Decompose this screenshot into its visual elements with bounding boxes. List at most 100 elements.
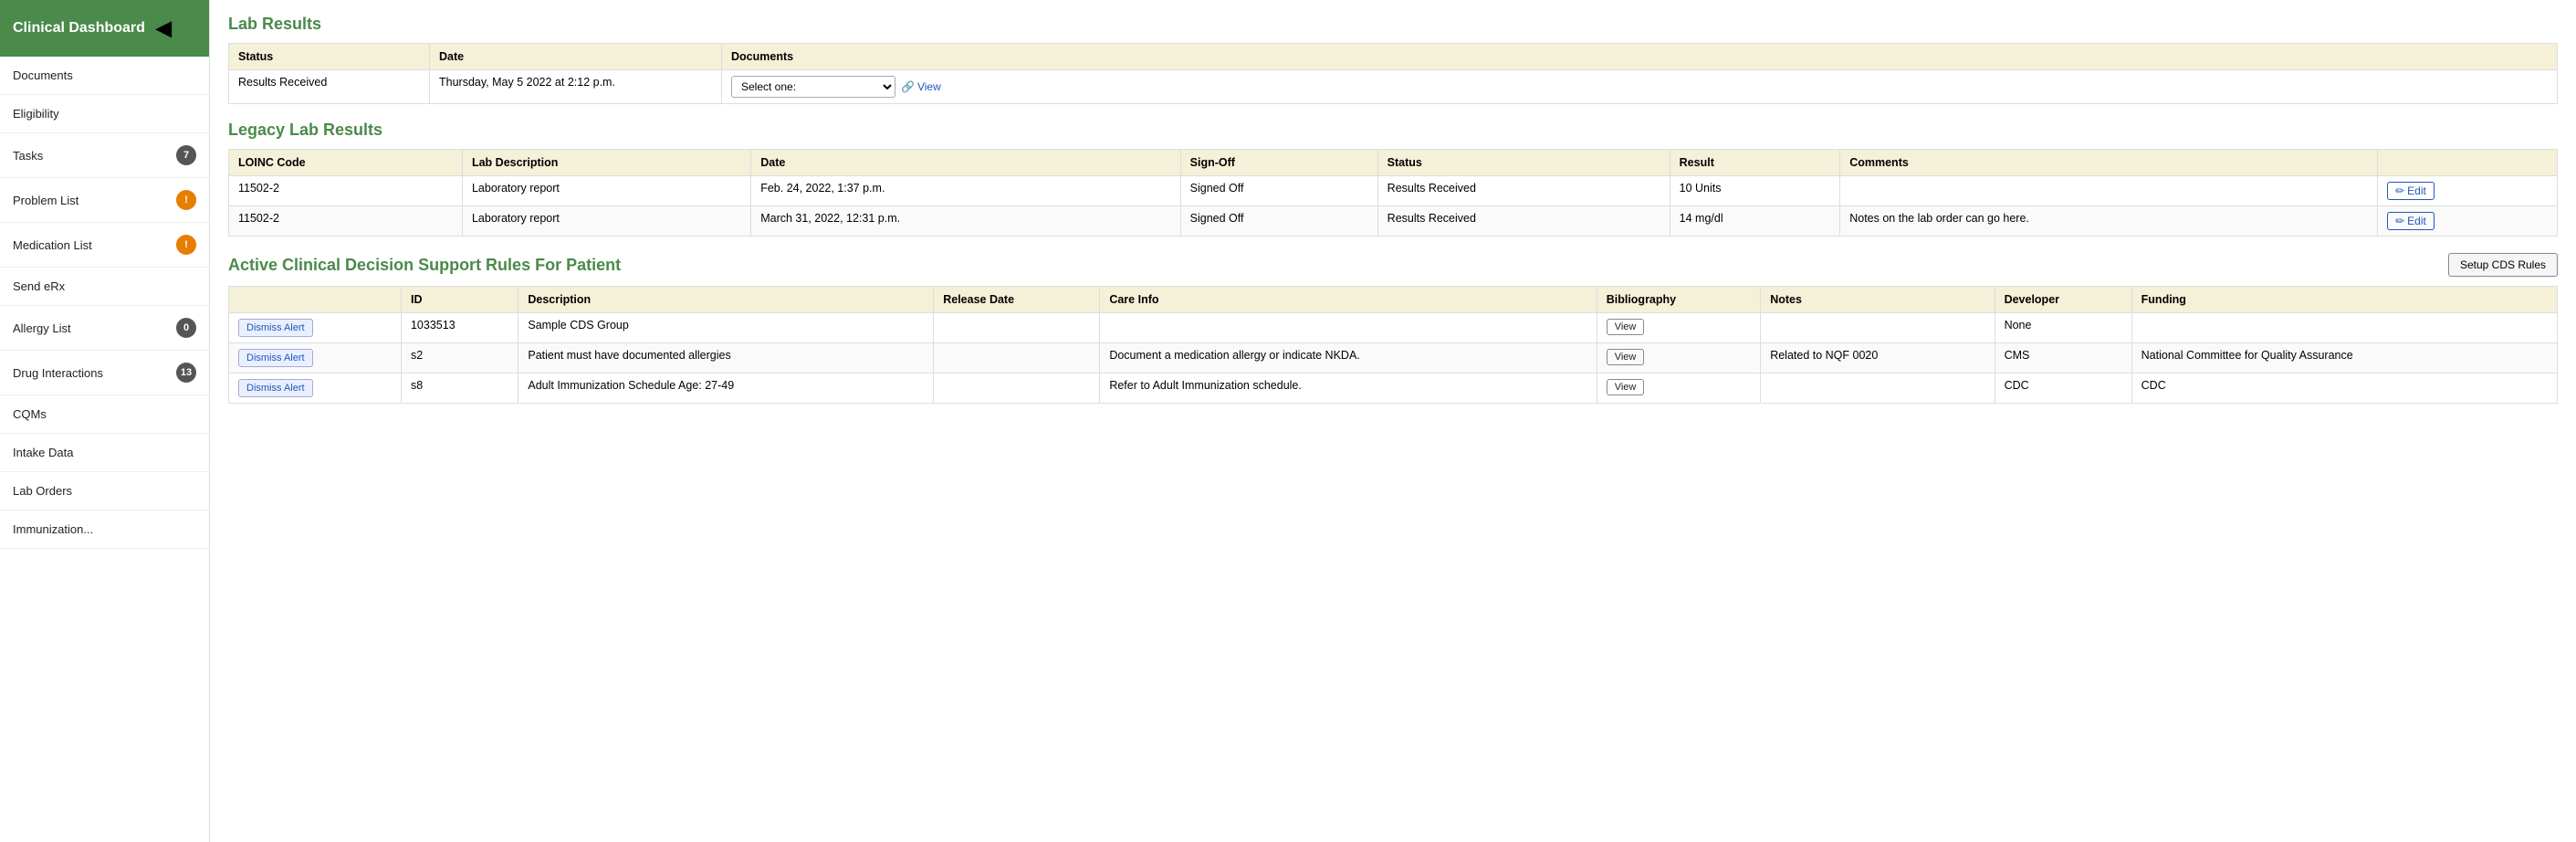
sidebar: Clinical Dashboard ◀ Documents Eligibili… — [0, 0, 210, 842]
sidebar-item-drug-interactions[interactable]: Drug Interactions 13 — [0, 351, 209, 395]
cds-description-2: Patient must have documented allergies — [518, 343, 934, 374]
cds-table: ID Description Release Date Care Info Bi… — [228, 286, 2558, 404]
legacy-description-2: Laboratory report — [462, 206, 750, 237]
cds-dismiss-3-button[interactable]: Dismiss Alert — [238, 379, 313, 397]
table-row: 11502-2 Laboratory report Feb. 24, 2022,… — [229, 176, 2558, 206]
lab-results-title: Lab Results — [228, 15, 2558, 34]
legacy-result-2: 14 mg/dl — [1670, 206, 1840, 237]
sidebar-item-send-erx[interactable]: Send eRx — [0, 268, 209, 306]
cds-developer-2: CMS — [1995, 343, 2131, 374]
pencil-icon: ✏ — [2395, 184, 2404, 197]
legacy-edit-2-button[interactable]: ✏ Edit — [2387, 212, 2435, 230]
cds-dismiss-1-button[interactable]: Dismiss Alert — [238, 319, 313, 337]
legacy-col-result: Result — [1670, 150, 1840, 176]
sidebar-item-documents[interactable]: Documents — [0, 57, 209, 95]
cds-bibliography-1-cell: View — [1597, 313, 1760, 343]
cds-funding-2: National Committee for Quality Assurance — [2131, 343, 2557, 374]
cds-care-info-1 — [1100, 313, 1597, 343]
cds-dismiss-2-cell: Dismiss Alert — [229, 343, 402, 374]
legacy-comments-2: Notes on the lab order can go here. — [1840, 206, 2378, 237]
cds-notes-3 — [1761, 374, 1995, 404]
table-row: Dismiss Alert 1033513 Sample CDS Group V… — [229, 313, 2558, 343]
legacy-date-2: March 31, 2022, 12:31 p.m. — [751, 206, 1180, 237]
cds-notes-1 — [1761, 313, 1995, 343]
setup-cds-button[interactable]: Setup CDS Rules — [2448, 253, 2558, 277]
sidebar-item-allergy-list[interactable]: Allergy List 0 — [0, 306, 209, 351]
sidebar-item-eligibility[interactable]: Eligibility — [0, 95, 209, 133]
sidebar-item-immunization[interactable]: Immunization... — [0, 510, 209, 549]
cds-dismiss-2-button[interactable]: Dismiss Alert — [238, 349, 313, 367]
documents-select[interactable]: Select one: — [731, 76, 895, 98]
lab-results-col-status: Status — [229, 44, 430, 70]
legacy-edit-2-cell: ✏ Edit — [2378, 206, 2558, 237]
cds-dismiss-3-cell: Dismiss Alert — [229, 374, 402, 404]
pencil-icon-2: ✏ — [2395, 215, 2404, 227]
cds-release-date-3 — [934, 374, 1100, 404]
lab-result-date: Thursday, May 5 2022 at 2:12 p.m. — [430, 70, 722, 104]
cds-bibliography-2-button[interactable]: View — [1607, 349, 1645, 365]
legacy-signoff-2: Signed Off — [1180, 206, 1377, 237]
cds-funding-3: CDC — [2131, 374, 2557, 404]
legacy-status-1: Results Received — [1377, 176, 1670, 206]
lab-results-col-documents: Documents — [722, 44, 2558, 70]
lab-results-col-date: Date — [430, 44, 722, 70]
legacy-comments-1 — [1840, 176, 2378, 206]
table-row: 11502-2 Laboratory report March 31, 2022… — [229, 206, 2558, 237]
medication-list-badge: ! — [176, 235, 196, 255]
allergy-list-badge: 0 — [176, 318, 196, 338]
cds-description-1: Sample CDS Group — [518, 313, 934, 343]
sidebar-item-cqms[interactable]: CQMs — [0, 395, 209, 434]
sidebar-item-tasks[interactable]: Tasks 7 — [0, 133, 209, 178]
legacy-col-status: Status — [1377, 150, 1670, 176]
sidebar-item-lab-orders[interactable]: Lab Orders — [0, 472, 209, 510]
legacy-col-date: Date — [751, 150, 1180, 176]
cds-col-id: ID — [401, 287, 518, 313]
cds-col-action — [229, 287, 402, 313]
cds-developer-3: CDC — [1995, 374, 2131, 404]
cds-col-funding: Funding — [2131, 287, 2557, 313]
cds-bibliography-3-cell: View — [1597, 374, 1760, 404]
cds-description-3: Adult Immunization Schedule Age: 27-49 — [518, 374, 934, 404]
cds-funding-1 — [2131, 313, 2557, 343]
legacy-col-signoff: Sign-Off — [1180, 150, 1377, 176]
legacy-edit-1-button[interactable]: ✏ Edit — [2387, 182, 2435, 200]
legacy-date-1: Feb. 24, 2022, 1:37 p.m. — [751, 176, 1180, 206]
legacy-status-2: Results Received — [1377, 206, 1670, 237]
lab-results-table: Status Date Documents Results Received T… — [228, 43, 2558, 104]
cds-release-date-2 — [934, 343, 1100, 374]
documents-view-button[interactable]: 🔗 View — [901, 80, 941, 93]
sidebar-item-medication-list[interactable]: Medication List ! — [0, 223, 209, 268]
table-row: Dismiss Alert s8 Adult Immunization Sche… — [229, 374, 2558, 404]
cds-col-bibliography: Bibliography — [1597, 287, 1760, 313]
legacy-description-1: Laboratory report — [462, 176, 750, 206]
tasks-badge: 7 — [176, 145, 196, 165]
drug-interactions-badge: 13 — [176, 363, 196, 383]
cds-col-developer: Developer — [1995, 287, 2131, 313]
lab-result-documents: Select one: 🔗 View — [722, 70, 2558, 104]
cds-col-release-date: Release Date — [934, 287, 1100, 313]
legacy-signoff-1: Signed Off — [1180, 176, 1377, 206]
cds-bibliography-2-cell: View — [1597, 343, 1760, 374]
problem-list-badge: ! — [176, 190, 196, 210]
cds-col-care-info: Care Info — [1100, 287, 1597, 313]
sidebar-arrow-icon: ◀ — [156, 16, 172, 40]
legacy-col-loinc: LOINC Code — [229, 150, 463, 176]
cds-dismiss-1-cell: Dismiss Alert — [229, 313, 402, 343]
legacy-lab-results-title: Legacy Lab Results — [228, 121, 2558, 140]
cds-care-info-2: Document a medication allergy or indicat… — [1100, 343, 1597, 374]
cds-bibliography-3-button[interactable]: View — [1607, 379, 1645, 395]
sidebar-item-intake-data[interactable]: Intake Data — [0, 434, 209, 472]
cds-care-info-3: Refer to Adult Immunization schedule. — [1100, 374, 1597, 404]
external-link-icon: 🔗 — [901, 80, 915, 93]
cds-bibliography-1-button[interactable]: View — [1607, 319, 1645, 335]
legacy-col-lab-desc: Lab Description — [462, 150, 750, 176]
legacy-col-comments: Comments — [1840, 150, 2378, 176]
table-row: Dismiss Alert s2 Patient must have docum… — [229, 343, 2558, 374]
legacy-lab-results-table: LOINC Code Lab Description Date Sign-Off… — [228, 149, 2558, 237]
cds-col-notes: Notes — [1761, 287, 1995, 313]
cds-release-date-1 — [934, 313, 1100, 343]
sidebar-item-problem-list[interactable]: Problem List ! — [0, 178, 209, 223]
sidebar-header[interactable]: Clinical Dashboard ◀ — [0, 0, 209, 57]
cds-developer-1: None — [1995, 313, 2131, 343]
cds-notes-2: Related to NQF 0020 — [1761, 343, 1995, 374]
